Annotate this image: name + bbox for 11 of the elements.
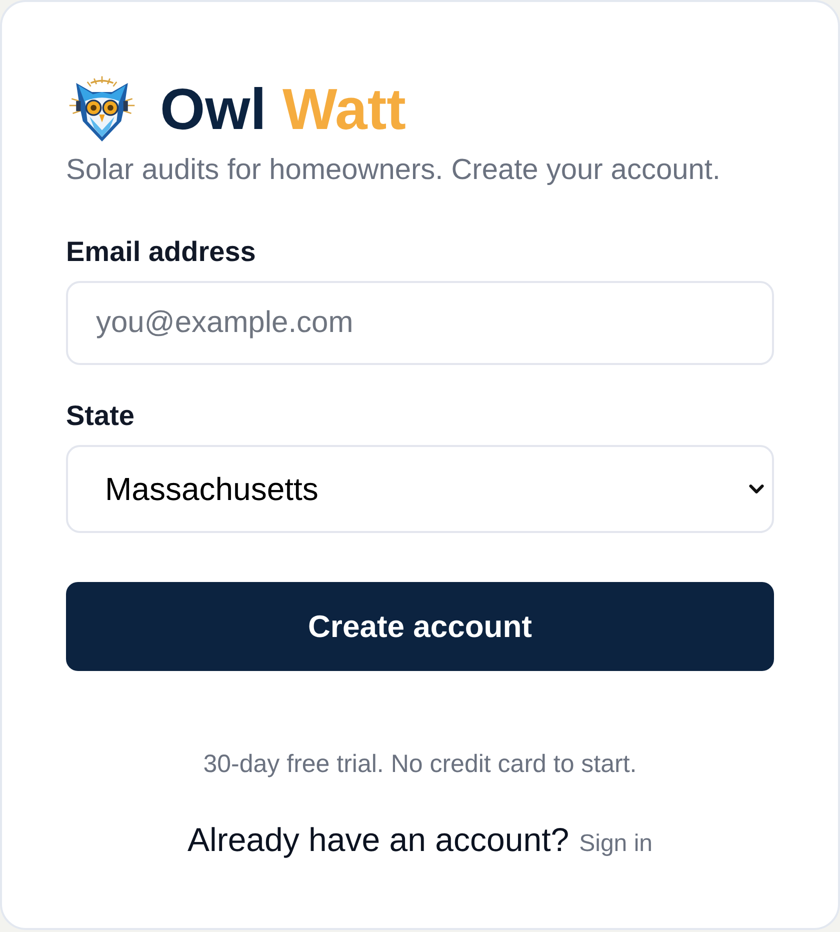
tagline: Solar audits for homeowners. Create your account.	[66, 154, 720, 186]
field-label: State	[66, 400, 134, 432]
signin-prompt: Already have an account?	[188, 820, 570, 860]
email-field[interactable]: you@example.com	[66, 281, 774, 365]
brand-name: Owl Watt	[160, 76, 406, 144]
create-account-button[interactable]: Create account	[66, 582, 774, 671]
state-select[interactable]: Massachusetts	[66, 445, 774, 533]
trial-note: 30-day free trial. No credit card to start.	[203, 750, 637, 778]
chevron-down-icon	[749, 484, 764, 494]
field-label: Email address	[66, 236, 256, 268]
sign-in-link[interactable]: Sign in	[579, 824, 652, 864]
